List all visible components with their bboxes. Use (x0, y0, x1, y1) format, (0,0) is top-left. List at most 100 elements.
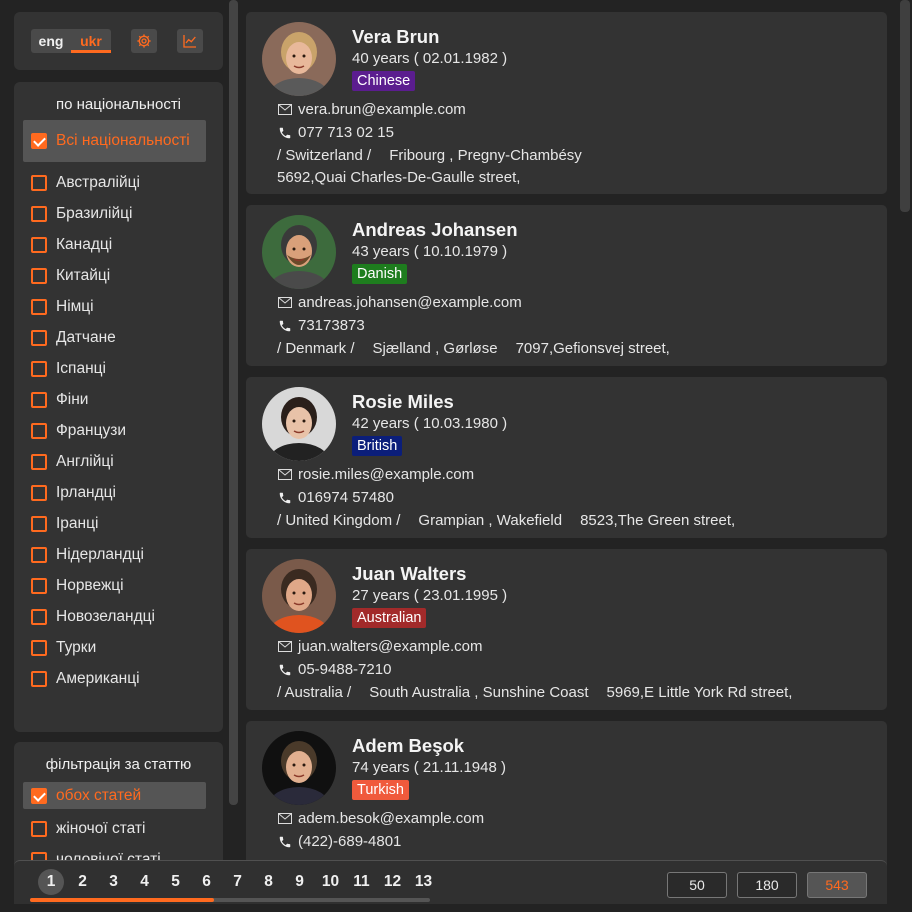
page-link[interactable]: 6 (191, 869, 222, 895)
user-name: Andreas Johansen (352, 219, 518, 240)
filter-option[interactable]: Іспанці (31, 353, 223, 384)
page-link[interactable]: 3 (98, 869, 129, 895)
checkbox[interactable] (31, 205, 47, 222)
checkbox[interactable] (31, 577, 47, 594)
filter-option[interactable]: Китайці (31, 260, 223, 291)
lang-eng[interactable]: eng (31, 29, 71, 53)
email-line: rosie.miles@example.com (277, 466, 474, 483)
filter-option-label: жіночої статі (56, 819, 146, 837)
page-size-button[interactable]: 543 (807, 872, 867, 898)
page-link[interactable]: 7 (222, 869, 253, 895)
filter-option[interactable]: обох статей (23, 782, 206, 809)
checkbox[interactable] (31, 360, 47, 377)
address-country: / Switzerland / (277, 147, 372, 164)
user-email[interactable]: vera.brun@example.com (298, 101, 466, 118)
filter-option[interactable]: Новозеландці (31, 601, 223, 632)
address-street: 7097,Gefionsvej street, (515, 340, 670, 357)
filter-option[interactable]: Ірландці (31, 477, 223, 508)
mail-icon (277, 104, 293, 115)
checkbox[interactable] (31, 546, 47, 563)
address-street: 8523,The Green street, (580, 512, 736, 529)
page-size-button[interactable]: 50 (667, 872, 727, 898)
user-age: 74 years ( 21.11.1948 ) (352, 759, 506, 776)
filter-option[interactable]: Фіни (31, 384, 223, 415)
filter-option-label: Норвежці (56, 576, 124, 594)
nationality-badge: British (352, 436, 403, 456)
filter-option[interactable]: Іранці (31, 508, 223, 539)
checkbox[interactable] (31, 820, 47, 837)
user-card: Rosie Miles 42 years ( 10.03.1980 ) Britis… (246, 377, 887, 538)
checkbox[interactable] (31, 422, 47, 439)
checkbox[interactable] (31, 329, 47, 346)
address-city: Grampian , Wakefield (418, 512, 563, 529)
filter-option-label: Англійці (56, 452, 114, 470)
filter-option[interactable]: Бразилійці (31, 198, 223, 229)
user-phone: (422)-689-4801 (298, 833, 402, 850)
checkbox[interactable] (31, 670, 47, 687)
checkbox[interactable] (31, 391, 47, 408)
user-age: 42 years ( 10.03.1980 ) (352, 415, 508, 432)
user-email[interactable]: juan.walters@example.com (298, 638, 482, 655)
avatar (262, 215, 336, 289)
filter-option[interactable]: Американці (31, 663, 223, 694)
page-link[interactable]: 5 (160, 869, 191, 895)
filter-option[interactable]: Німці (31, 291, 223, 322)
user-email[interactable]: andreas.johansen@example.com (298, 294, 522, 311)
filter-option-label: Німці (56, 297, 94, 315)
checkbox[interactable] (31, 608, 47, 625)
checkbox[interactable] (31, 267, 47, 284)
filter-option[interactable]: жіночої статі (31, 813, 223, 844)
page-link[interactable]: 12 (377, 869, 408, 895)
checkbox[interactable] (31, 484, 47, 501)
filter-option-label: Всі національності (56, 132, 190, 149)
page-link[interactable]: 11 (346, 869, 377, 895)
chart-icon (183, 35, 196, 48)
lang-ukr[interactable]: ukr (71, 29, 111, 53)
avatar (262, 387, 336, 461)
page-link[interactable]: 10 (315, 869, 346, 895)
filter-option[interactable]: Французи (31, 415, 223, 446)
filter-option[interactable]: Австралійці (31, 167, 223, 198)
page-size-button[interactable]: 180 (737, 872, 797, 898)
checkbox[interactable] (31, 453, 47, 470)
page-link[interactable]: 9 (284, 869, 315, 895)
filter-option[interactable]: Англійці (31, 446, 223, 477)
page-link[interactable]: 4 (129, 869, 160, 895)
page-link[interactable]: 8 (253, 869, 284, 895)
filter-option[interactable]: Турки (31, 632, 223, 663)
nationality-badge: Chinese (352, 71, 416, 91)
user-age: 43 years ( 10.10.1979 ) (352, 243, 508, 260)
main-scrollbar[interactable] (900, 0, 910, 212)
page-link[interactable]: 2 (67, 869, 98, 895)
nationality-list: Всі національності Австралійці Бразилійці К… (14, 120, 223, 694)
checkbox[interactable] (31, 236, 47, 253)
user-email[interactable]: rosie.miles@example.com (298, 466, 474, 483)
filter-option[interactable]: Датчане (31, 322, 223, 353)
user-name: Rosie Miles (352, 391, 454, 412)
filter-option[interactable]: Нідерландці (31, 539, 223, 570)
filter-option[interactable]: Норвежці (31, 570, 223, 601)
settings-button[interactable] (131, 29, 157, 53)
settings-panel: eng ukr (14, 12, 223, 70)
filter-option[interactable]: Канадці (31, 229, 223, 260)
phone-line: 016974 57480 (277, 489, 394, 506)
checkbox[interactable] (31, 515, 47, 532)
page-size-selector: 50 180 543 (667, 872, 867, 898)
page-link[interactable]: 1 (38, 869, 64, 895)
stats-button[interactable] (177, 29, 203, 53)
pagination-bar: 1 2 3 4 5 6 7 8 9 10 11 12 13 50 180 543 (14, 860, 887, 904)
filter-option[interactable]: Всі національності (23, 120, 206, 162)
checkbox[interactable] (31, 133, 47, 149)
mail-icon (277, 469, 293, 480)
checkbox[interactable] (31, 639, 47, 656)
sidebar-scrollbar[interactable] (229, 0, 238, 805)
filter-option-label: Австралійці (56, 173, 140, 191)
user-email[interactable]: adem.besok@example.com (298, 810, 484, 827)
page-link[interactable]: 13 (408, 869, 439, 895)
checkbox[interactable] (31, 298, 47, 315)
user-phone: 077 713 02 15 (298, 124, 394, 141)
mail-icon (277, 813, 293, 824)
checkbox[interactable] (31, 174, 47, 191)
checkbox[interactable] (31, 787, 47, 804)
language-switch[interactable]: eng ukr (31, 29, 111, 53)
